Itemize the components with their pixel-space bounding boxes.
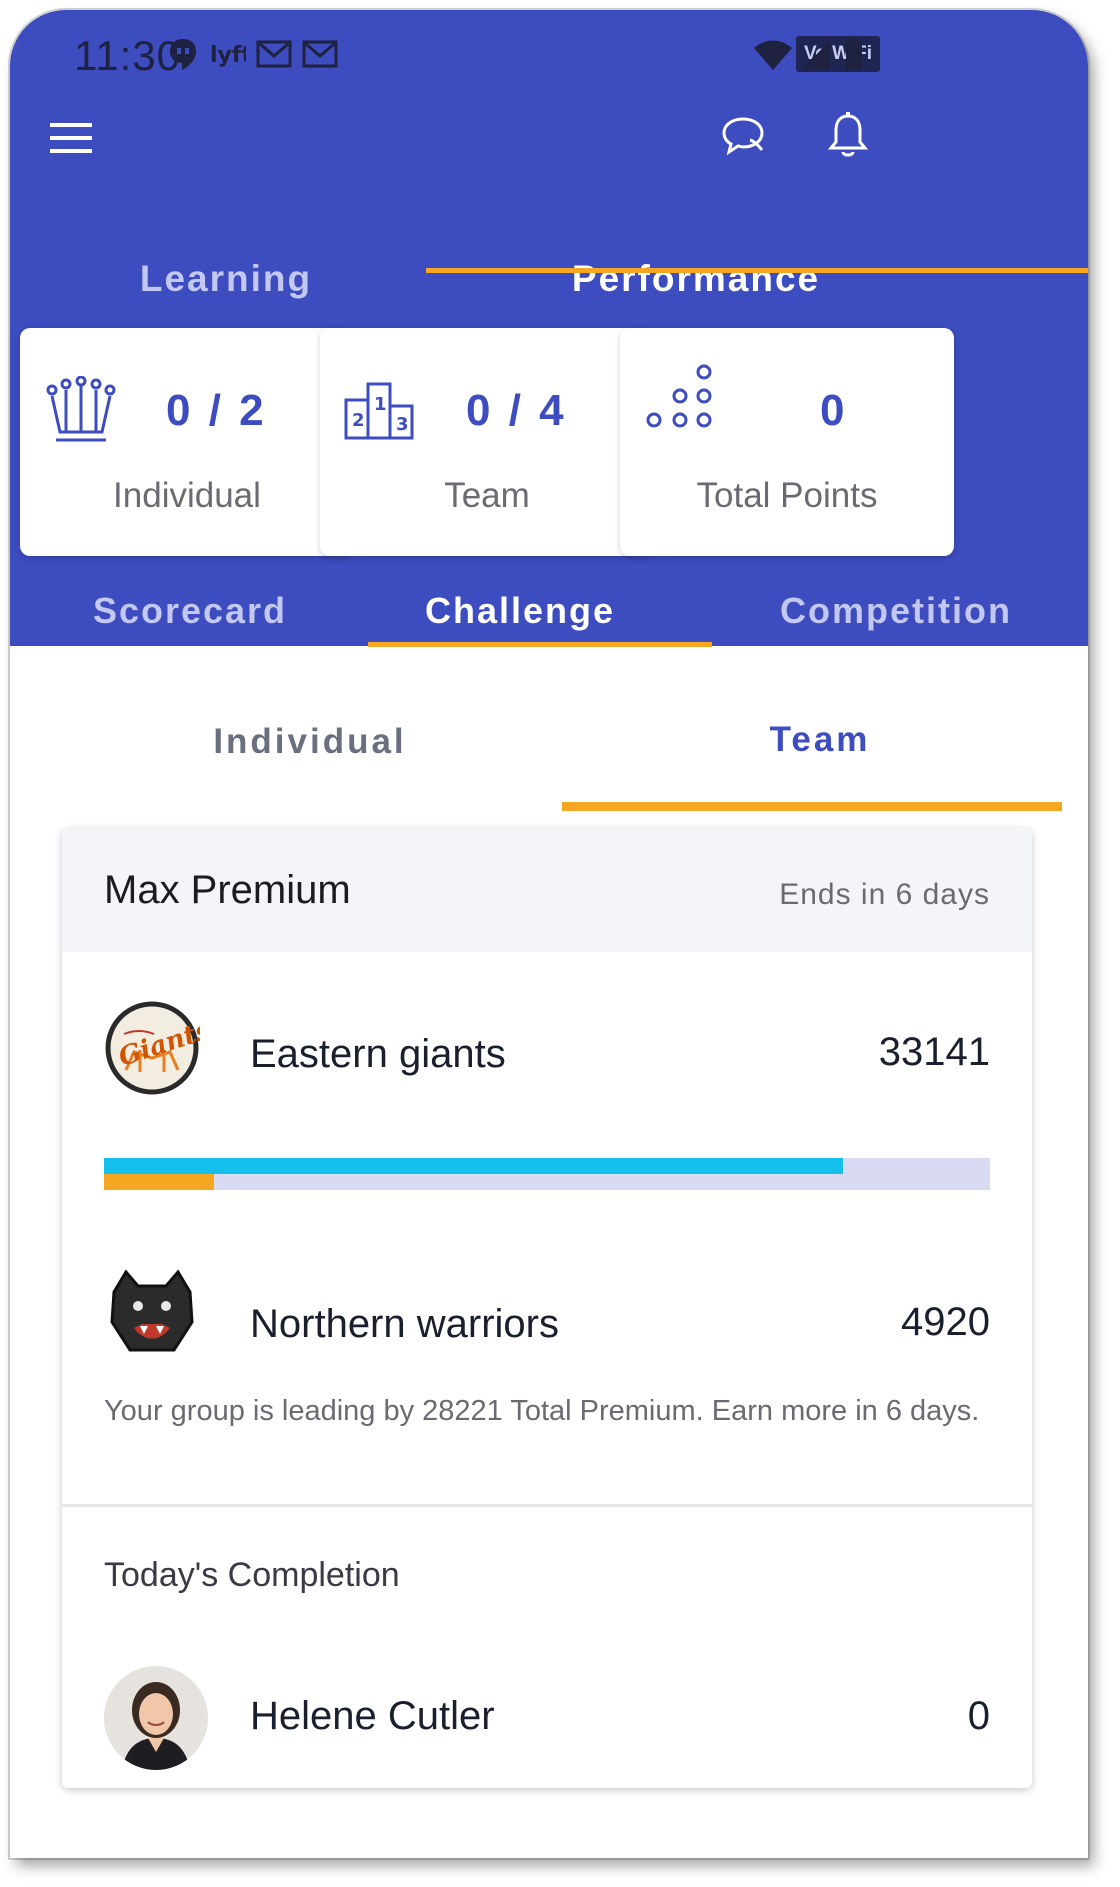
bell-icon[interactable] [828, 112, 868, 160]
total-points-label: Total Points [696, 476, 878, 515]
leading-message: Your group is leading by 28221 Total Pre… [104, 1395, 980, 1427]
completion-title: Today's Completion [104, 1556, 400, 1594]
tab-team-indicator [562, 802, 1062, 811]
total-points-count: 0 [820, 386, 848, 435]
team-score: 33141 [878, 1030, 990, 1074]
podium-icon: 2 1 3 [344, 382, 414, 440]
crown-icon [46, 376, 116, 442]
menu-icon[interactable] [50, 120, 92, 156]
team2-progress [104, 1174, 214, 1190]
team-count: 0 / 4 [466, 386, 567, 435]
tab-individual[interactable]: Individual [150, 722, 470, 762]
team1-progress [104, 1158, 843, 1174]
mail-icon [302, 40, 338, 68]
challenge-ends: Ends in 6 days [779, 878, 990, 911]
phone-screen: 11:30 lyft Vo WiFi [10, 10, 1088, 1858]
dots-pyramid-icon [646, 364, 712, 428]
panther-logo [110, 1269, 194, 1352]
person-name: Helene Cutler [250, 1694, 495, 1738]
challenge-title: Max Premium [104, 868, 351, 912]
stat-card-individual[interactable]: 0 / 2 Individual [20, 328, 354, 556]
person-score: 0 [967, 1694, 990, 1738]
challenge-card: Max Premium Ends in 6 days Giants Easter… [62, 828, 1032, 1788]
lyft-icon: lyft [210, 43, 246, 68]
wifi-icon [754, 40, 792, 70]
team-score: 4920 [901, 1300, 990, 1344]
team-name: Northern warriors [250, 1302, 559, 1346]
battery-icon [846, 38, 862, 70]
tab-challenge-indicator [368, 642, 712, 647]
svg-text:3: 3 [396, 414, 409, 435]
avatar [104, 1666, 208, 1770]
team-name: Eastern giants [250, 1032, 506, 1076]
tab-learning[interactable]: Learning [76, 258, 376, 300]
tab-challenge[interactable]: Challenge [360, 590, 680, 632]
challenge-progress-bar [104, 1158, 990, 1190]
team-row[interactable]: Giants Eastern giants 33141 [62, 992, 1032, 1112]
tab-competition[interactable]: Competition [726, 590, 1066, 632]
tab-performance-indicator [426, 268, 1088, 273]
stat-card-total-points[interactable]: 0 Total Points [620, 328, 954, 556]
challenge-header: Max Premium Ends in 6 days [62, 828, 1032, 952]
divider [62, 1504, 1032, 1507]
status-time: 11:30 [74, 32, 181, 79]
individual-count: 0 / 2 [166, 386, 267, 435]
team-label: Team [444, 476, 530, 515]
team-row[interactable]: Northern warriors 4920 [62, 1262, 1032, 1382]
stat-card-team[interactable]: 2 1 3 0 / 4 Team [320, 328, 654, 556]
svg-text:lyft: lyft [210, 43, 246, 68]
tab-scorecard[interactable]: Scorecard [40, 590, 340, 632]
svg-text:1: 1 [374, 394, 387, 415]
tab-performance[interactable]: Performance [526, 258, 866, 300]
status-bar: 11:30 lyft Vo WiFi [10, 10, 1088, 90]
chat-icon[interactable] [720, 114, 766, 158]
giants-logo: Giants [105, 1001, 200, 1095]
individual-label: Individual [113, 476, 261, 515]
hangouts-icon [170, 39, 196, 70]
mail-icon [256, 40, 292, 68]
svg-text:2: 2 [352, 410, 365, 431]
tab-team[interactable]: Team [660, 720, 980, 760]
signal-icon [802, 40, 830, 70]
